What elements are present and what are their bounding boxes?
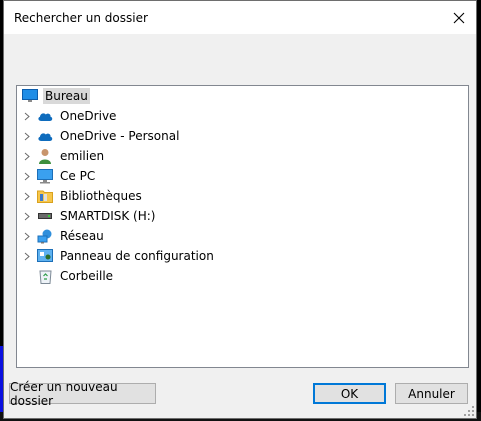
title-bar: Rechercher un dossier [4, 1, 476, 34]
tree-item-bibliotheques[interactable]: Bibliothèques [17, 187, 468, 205]
close-button[interactable] [442, 1, 476, 34]
drive-icon [37, 208, 53, 224]
recycle-bin-icon [37, 268, 53, 284]
expand-chevron-icon[interactable] [20, 127, 34, 145]
tree-item-onedrive[interactable]: OneDrive [17, 107, 468, 125]
expand-chevron-icon[interactable] [20, 227, 34, 245]
tree-item-label: Ce PC [60, 169, 96, 183]
resize-grip-icon[interactable] [464, 406, 474, 416]
dialog-title: Rechercher un dossier [14, 11, 148, 25]
tree-item-label: Panneau de configuration [60, 249, 214, 263]
control-panel-icon [37, 248, 53, 264]
expand-chevron-icon[interactable] [20, 247, 34, 265]
tree-item-reseau[interactable]: Réseau [17, 227, 468, 245]
expand-chevron-icon[interactable] [20, 147, 34, 165]
tree-item-corbeille[interactable]: Corbeille [17, 267, 468, 285]
onedrive-cloud-icon [37, 128, 53, 144]
expand-chevron-icon[interactable] [20, 207, 34, 225]
ok-button[interactable]: OK [313, 383, 386, 404]
desktop-icon [22, 88, 38, 104]
close-icon [453, 12, 465, 23]
tree-item-ce-pc[interactable]: Ce PC [17, 167, 468, 185]
tree-item-smartdisk[interactable]: SMARTDISK (H:) [17, 207, 468, 225]
tree-item-panneau-de-configuration[interactable]: Panneau de configuration [17, 247, 468, 265]
expand-chevron-icon[interactable] [20, 167, 34, 185]
browse-folder-dialog: Rechercher un dossier Bureau OneDrive On… [3, 0, 477, 419]
tree-item-label: Réseau [60, 229, 104, 243]
tree-item-label: Corbeille [60, 269, 114, 283]
expand-chevron-icon[interactable] [20, 187, 34, 205]
computer-icon [37, 168, 53, 184]
user-icon [37, 148, 53, 164]
tree-item-label: emilien [60, 149, 105, 163]
expand-chevron-icon[interactable] [20, 107, 34, 125]
network-icon [37, 228, 53, 244]
tree-item-label: SMARTDISK (H:) [60, 209, 156, 223]
tree-item-emilien[interactable]: emilien [17, 147, 468, 165]
tree-item-label: Bibliothèques [60, 189, 142, 203]
onedrive-cloud-icon [37, 108, 53, 124]
tree-item-label: Bureau [43, 88, 90, 104]
tree-item-bureau[interactable]: Bureau [17, 87, 468, 105]
tree-item-label: OneDrive - Personal [60, 129, 180, 143]
tree-item-label: OneDrive [60, 109, 117, 123]
libraries-folder-icon [37, 188, 53, 204]
folder-tree[interactable]: Bureau OneDrive OneDrive - Personal emil… [16, 85, 469, 368]
cancel-button[interactable]: Annuler [395, 383, 468, 404]
new-folder-button[interactable]: Créer un nouveau dossier [9, 380, 156, 408]
tree-item-onedrive-personal[interactable]: OneDrive - Personal [17, 127, 468, 145]
